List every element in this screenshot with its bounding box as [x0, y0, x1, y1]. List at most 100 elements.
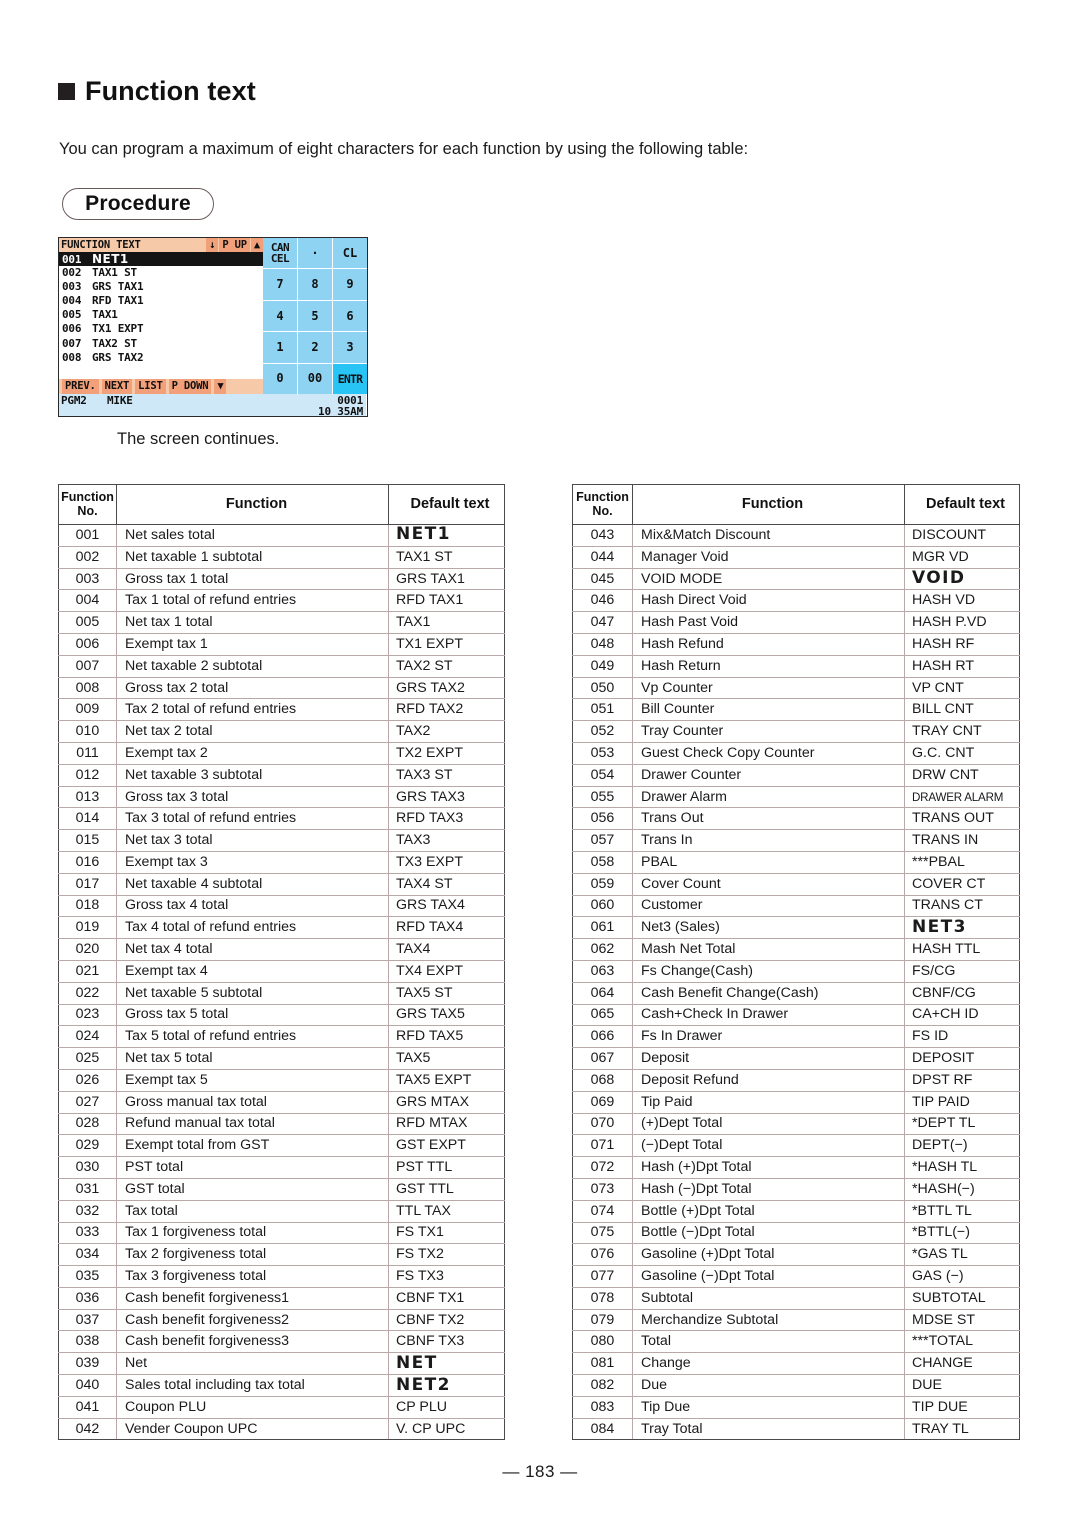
keypad-6-button[interactable]: 6: [333, 300, 367, 332]
cell-default-text: TAX4: [388, 938, 505, 961]
keypad-8-button[interactable]: 8: [298, 269, 332, 300]
keypad-enter-button[interactable]: ENTR: [333, 363, 367, 394]
cell-function-description: Gross tax 4 total: [116, 894, 389, 918]
lcd-numeric-keypad[interactable]: CAN CEL · CL 7 8 9 4 5 6 1 2 3 0 00 ENTR: [263, 238, 367, 394]
keypad-0-button[interactable]: 0: [263, 363, 297, 394]
cell-default-text: RFD TAX1: [388, 589, 505, 613]
cell-function-description: Exempt tax 5: [116, 1068, 389, 1092]
cell-default-text: TX3 EXPT: [388, 850, 505, 874]
table-row: 035 Tax 3 forgiveness total FS TX3: [58, 1265, 505, 1288]
cell-function-description: Net sales total: [116, 524, 389, 547]
lcd-item-text: NET1: [92, 252, 129, 266]
cell-function-description: Tip Due: [632, 1395, 905, 1419]
cell-function-description: PBAL: [632, 850, 905, 874]
keypad-9-button[interactable]: 9: [333, 269, 367, 300]
cell-function-no: 015: [58, 829, 117, 852]
cell-function-description: Vp Counter: [632, 676, 905, 700]
lcd-up-triangle-icon[interactable]: ▲: [250, 238, 263, 252]
keypad-cancel-line2: CEL: [270, 252, 290, 266]
cell-function-no: 030: [58, 1156, 117, 1179]
lcd-list-item[interactable]: 006 TX1 EXPT: [59, 322, 263, 336]
lcd-list-item[interactable]: 003 GRS TAX1: [59, 280, 263, 294]
keypad-clear-button[interactable]: CL: [333, 238, 367, 269]
lcd-next-button[interactable]: NEXT: [101, 379, 133, 394]
cell-default-text: RFD TAX3: [388, 807, 505, 831]
table-row: 016 Exempt tax 3 TX3 EXPT: [58, 850, 505, 874]
cell-function-description: Tax 3 total of refund entries: [116, 807, 389, 831]
lcd-main-panel: FUNCTION TEXT ↓ P UP ▲ 001 NET1 002 TAX1 S…: [59, 238, 263, 394]
cell-function-description: Guest Check Copy Counter: [632, 741, 905, 765]
cell-function-no: 031: [58, 1177, 117, 1201]
cell-function-no: 074: [572, 1199, 633, 1223]
lcd-down-triangle-icon[interactable]: ▼: [214, 379, 227, 394]
keypad-5-button[interactable]: 5: [298, 300, 332, 332]
lcd-page-up-button[interactable]: P UP: [219, 238, 250, 252]
lcd-page-down-button[interactable]: P DOWN: [168, 379, 212, 394]
cell-function-description: Trans Out: [632, 807, 905, 831]
table-row: 008 Gross tax 2 total GRS TAX2: [58, 676, 505, 700]
cell-function-description: Cash benefit forgiveness2: [116, 1308, 389, 1332]
cell-function-description: Tax 5 total of refund entries: [116, 1025, 389, 1049]
cell-default-text: CP PLU: [388, 1395, 505, 1419]
lcd-list-item[interactable]: 005 TAX1: [59, 308, 263, 322]
lcd-list-item[interactable]: 008 GRS TAX2: [59, 351, 263, 365]
cell-function-description: Subtotal: [632, 1286, 905, 1310]
table-row: 071 (−)Dept Total DEPT(−): [572, 1134, 1020, 1158]
header-default-text: Default text: [388, 484, 505, 525]
table-row: 082 Due DUE: [572, 1374, 1020, 1397]
table-row: 060 Customer TRANS CT: [572, 894, 1020, 918]
cell-default-text: DISCOUNT: [904, 524, 1020, 547]
table-row: 027 Gross manual tax total GRS MTAX: [58, 1090, 505, 1114]
keypad-2-button[interactable]: 2: [298, 332, 332, 363]
lcd-list-button[interactable]: LIST: [135, 379, 166, 394]
cell-default-text: HASH TTL: [904, 938, 1020, 961]
lcd-prev-button[interactable]: PREV.: [62, 379, 99, 394]
cell-default-text: TX2 EXPT: [388, 741, 505, 765]
table-row: 048 Hash Refund HASH RF: [572, 632, 1020, 656]
cell-function-description: Customer: [632, 894, 905, 918]
cell-function-no: 071: [572, 1134, 633, 1158]
cell-function-description: Net tax 5 total: [116, 1047, 389, 1070]
procedure-badge: Procedure: [62, 188, 214, 220]
cell-function-no: 022: [58, 981, 117, 1005]
table-row: 030 PST total PST TTL: [58, 1156, 505, 1179]
lcd-list-item[interactable]: 004 RFD TAX1: [59, 294, 263, 308]
cell-default-text: TRANS CT: [904, 894, 1020, 918]
keypad-7-button[interactable]: 7: [263, 269, 297, 300]
cell-function-description: Tax 2 forgiveness total: [116, 1243, 389, 1267]
keypad-cancel-button[interactable]: CAN CEL: [263, 238, 297, 269]
table-row: 059 Cover Count COVER CT: [572, 872, 1020, 896]
keypad-3-button[interactable]: 3: [333, 332, 367, 363]
cell-default-text: TAX4 ST: [388, 872, 505, 896]
lcd-list-item[interactable]: 002 TAX1 ST: [59, 266, 263, 280]
cell-function-no: 025: [58, 1047, 117, 1070]
lcd-list-item[interactable]: 001 NET1: [59, 252, 263, 267]
cell-function-description: Hash Refund: [632, 632, 905, 656]
cell-function-description: Hash Past Void: [632, 611, 905, 634]
table-row: 005 Net tax 1 total TAX1: [58, 611, 505, 634]
cell-function-no: 070: [572, 1112, 633, 1136]
cell-function-no: 059: [572, 872, 633, 896]
keypad-decimal-button[interactable]: ·: [298, 238, 332, 269]
cell-function-description: Change: [632, 1352, 905, 1376]
keypad-00-button[interactable]: 00: [298, 363, 332, 394]
cell-function-description: Tax 1 forgiveness total: [116, 1221, 389, 1245]
lcd-down-arrow-icon[interactable]: ↓: [206, 238, 219, 252]
lcd-item-number: 007: [62, 336, 82, 350]
cell-function-no: 005: [58, 611, 117, 634]
table-row: 051 Bill Counter BILL CNT: [572, 698, 1020, 722]
keypad-4-button[interactable]: 4: [263, 300, 297, 332]
cell-function-no: 060: [572, 894, 633, 918]
cell-function-no: 084: [572, 1417, 633, 1441]
cell-function-description: Cash benefit forgiveness3: [116, 1330, 389, 1354]
table-row: 039 Net NET: [58, 1352, 505, 1376]
lcd-item-text: TAX1: [92, 308, 118, 322]
lcd-function-list[interactable]: 001 NET1 002 TAX1 ST 003 GRS TAX1 004 RFD TA…: [59, 252, 263, 379]
keypad-1-button[interactable]: 1: [263, 332, 297, 363]
cell-function-description: Tax 4 total of refund entries: [116, 916, 389, 940]
table-row: 072 Hash (+)Dpt Total *HASH TL: [572, 1156, 1020, 1179]
cell-function-description: Cash benefit forgiveness1: [116, 1286, 389, 1310]
lcd-list-item[interactable]: 007 TAX2 ST: [59, 337, 263, 351]
cell-function-description: Vender Coupon UPC: [116, 1417, 389, 1441]
cell-default-text: TRANS IN: [904, 829, 1020, 852]
